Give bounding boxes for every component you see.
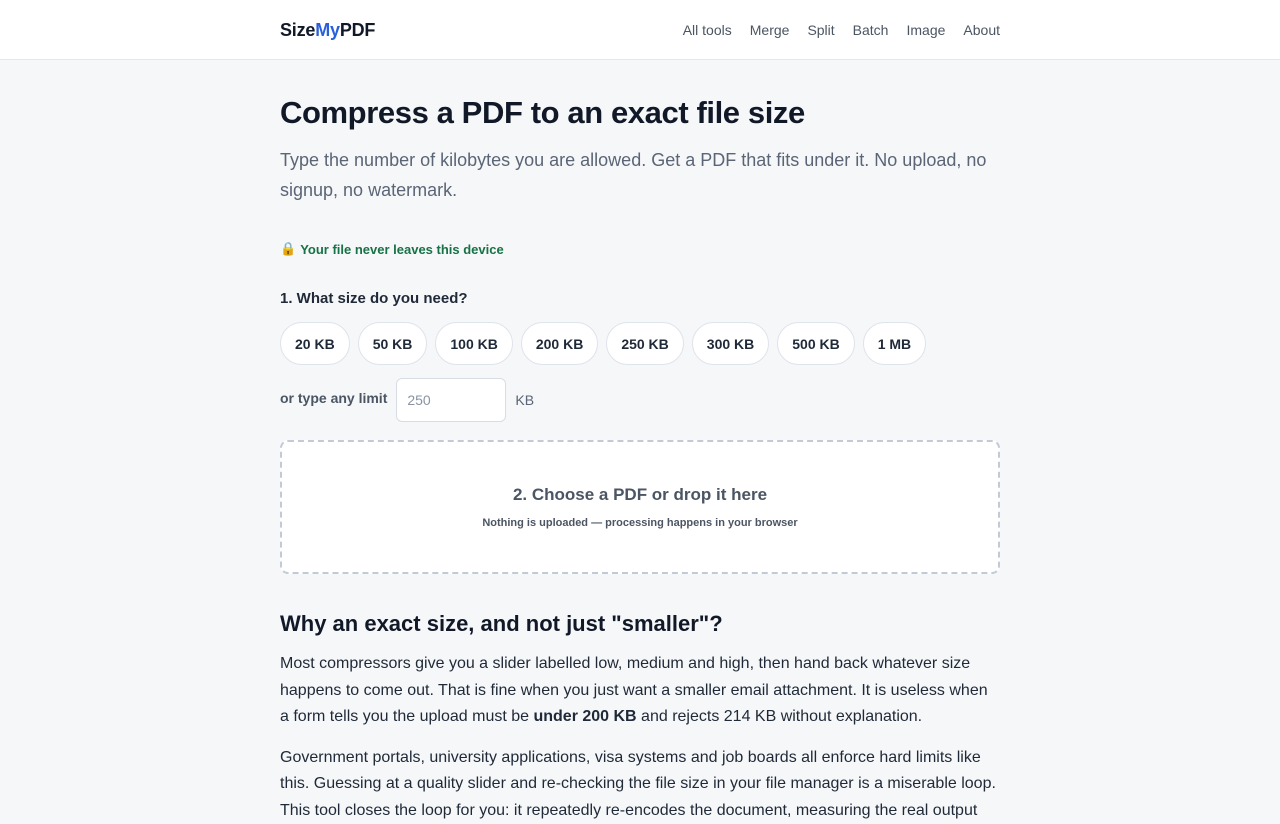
custom-limit-row: or type any limit KB	[280, 378, 1000, 422]
size-preset-300kb[interactable]: 300 KB	[692, 322, 769, 365]
top-navigation-bar: SizeMyPDF All tools Merge Split Batch Im…	[0, 0, 1280, 60]
lock-icon: 🔒	[280, 241, 296, 257]
article-p1-text-end: and rejects 214 KB without explanation.	[637, 708, 923, 725]
main-content: Compress a PDF to an exact file size Typ…	[280, 60, 1000, 824]
custom-limit-unit: KB	[515, 392, 534, 408]
size-preset-20kb[interactable]: 20 KB	[280, 322, 350, 365]
dropzone-title: 2. Choose a PDF or drop it here	[513, 485, 767, 505]
privacy-notice-text: Your file never leaves this device	[300, 242, 504, 257]
size-step-heading: 1. What size do you need?	[280, 290, 1000, 307]
logo-part-pdf: PDF	[340, 20, 375, 40]
size-preset-500kb[interactable]: 500 KB	[777, 322, 854, 365]
nav-link-image[interactable]: Image	[906, 22, 945, 38]
nav-link-about[interactable]: About	[963, 22, 1000, 38]
article-heading: Why an exact size, and not just "smaller…	[280, 610, 1000, 638]
size-preset-200kb[interactable]: 200 KB	[521, 322, 598, 365]
size-preset-250kb[interactable]: 250 KB	[606, 322, 683, 365]
top-navigation-inner: SizeMyPDF All tools Merge Split Batch Im…	[280, 0, 1000, 60]
nav-link-batch[interactable]: Batch	[853, 22, 889, 38]
nav-link-merge[interactable]: Merge	[750, 22, 790, 38]
size-preset-100kb[interactable]: 100 KB	[435, 322, 512, 365]
size-preset-1mb[interactable]: 1 MB	[863, 322, 926, 365]
page-subtitle: Type the number of kilobytes you are all…	[280, 145, 1000, 205]
nav-link-all-tools[interactable]: All tools	[683, 22, 732, 38]
nav-link-split[interactable]: Split	[807, 22, 834, 38]
dropzone-note: Nothing is uploaded — processing happens…	[482, 517, 797, 529]
custom-limit-input[interactable]	[396, 378, 506, 422]
size-preset-list: 20 KB 50 KB 100 KB 200 KB 250 KB 300 KB …	[280, 322, 1000, 365]
logo-part-size: Size	[280, 20, 315, 40]
site-logo[interactable]: SizeMyPDF	[280, 20, 375, 41]
size-preset-50kb[interactable]: 50 KB	[358, 322, 428, 365]
main-nav: All tools Merge Split Batch Image About	[683, 22, 1000, 38]
article-paragraph-1: Most compressors give you a slider label…	[280, 651, 1000, 731]
page-title: Compress a PDF to an exact file size	[280, 95, 1000, 131]
file-dropzone[interactable]: 2. Choose a PDF or drop it here Nothing …	[280, 440, 1000, 574]
article-p1-emphasis: under 200 KB	[533, 708, 636, 725]
logo-part-my: My	[315, 20, 340, 40]
privacy-notice: 🔒 Your file never leaves this device	[280, 241, 1000, 257]
article-paragraph-2: Government portals, university applicati…	[280, 745, 1000, 824]
custom-limit-label: or type any limit	[280, 390, 387, 406]
